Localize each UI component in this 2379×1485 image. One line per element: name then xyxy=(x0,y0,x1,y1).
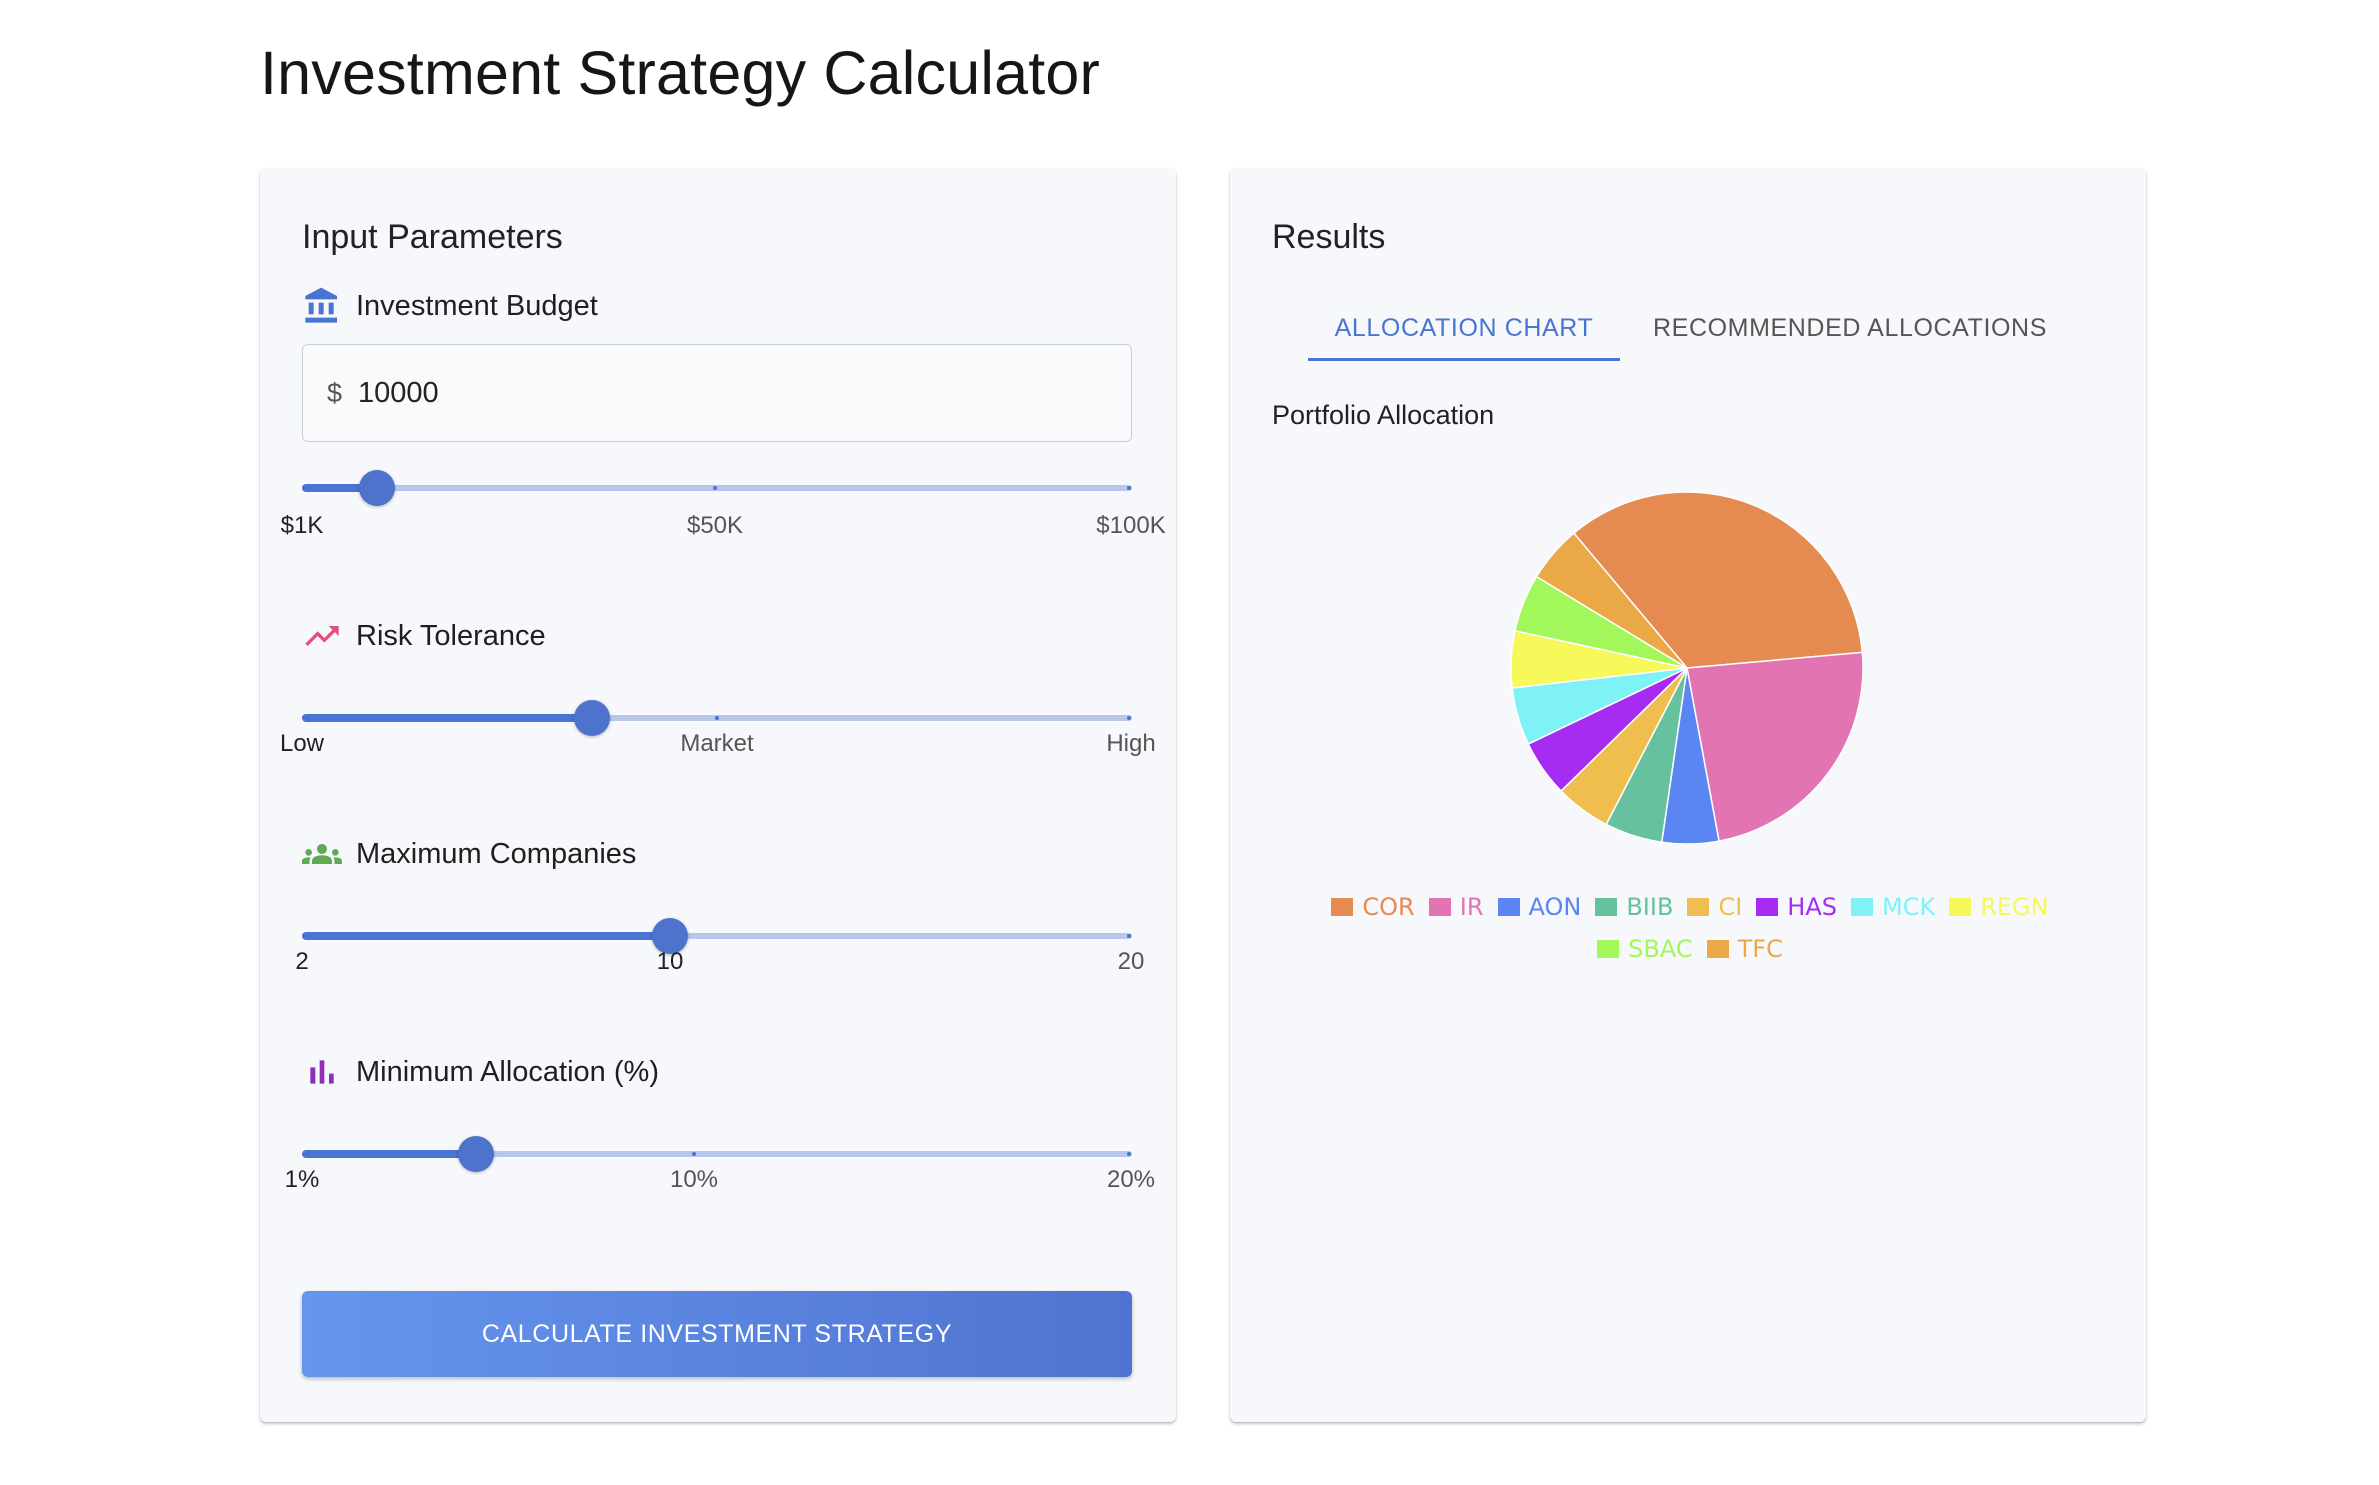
legend-item-mck[interactable]: MCK xyxy=(1850,893,1936,921)
allocation-mark-mid: 10% xyxy=(669,1166,719,1193)
legend-swatch xyxy=(1597,940,1620,958)
slider-thumb[interactable] xyxy=(574,700,610,736)
slider-thumb[interactable] xyxy=(359,470,395,506)
input-parameters-card: Input Parameters Investment Budget $ $1K… xyxy=(260,168,1176,1422)
risk-mark-low: Low xyxy=(279,730,325,757)
legend-swatch xyxy=(1428,898,1451,916)
legend-swatch xyxy=(1687,898,1710,916)
slider-mark xyxy=(1127,716,1131,720)
slider-track xyxy=(302,714,592,722)
legend-item-sbac[interactable]: SBAC xyxy=(1597,935,1693,963)
legend-swatch xyxy=(1706,940,1729,958)
budget-slider[interactable] xyxy=(302,468,1132,508)
slider-mark xyxy=(1127,486,1131,490)
legend-swatch xyxy=(1331,898,1354,916)
allocation-label: Minimum Allocation (%) xyxy=(356,1055,659,1088)
bar-chart-icon xyxy=(310,1060,334,1084)
legend-label: COR xyxy=(1362,893,1415,921)
allocation-mark-max: 20% xyxy=(1106,1166,1156,1193)
budget-input[interactable] xyxy=(358,376,1059,410)
allocation-mark-min: 1% xyxy=(284,1166,320,1193)
calculate-button[interactable]: CALCULATE INVESTMENT STRATEGY xyxy=(302,1291,1132,1377)
legend-swatch xyxy=(1756,898,1779,916)
risk-mark-market: Market xyxy=(680,730,754,757)
results-title: Results xyxy=(1272,218,1386,256)
legend-label: AON xyxy=(1528,893,1582,921)
page-title: Investment Strategy Calculator xyxy=(260,39,1101,107)
slider-rail[interactable] xyxy=(302,485,1132,491)
legend-label: MCK xyxy=(1881,893,1936,921)
legend-label: CI xyxy=(1718,893,1743,921)
legend-row: COR IR AON BIIB CI HAS MCK REGN xyxy=(1260,886,2120,928)
bank-icon xyxy=(305,287,337,323)
slider-track xyxy=(302,932,670,940)
risk-label: Risk Tolerance xyxy=(356,619,546,652)
legend-swatch xyxy=(1949,898,1972,916)
budget-header: Investment Budget xyxy=(302,286,1132,326)
legend-swatch xyxy=(1850,898,1873,916)
legend-item-tfc[interactable]: TFC xyxy=(1706,935,1783,963)
risk-header: Risk Tolerance xyxy=(302,616,1132,656)
legend-label: BIIB xyxy=(1626,893,1674,921)
tab-allocation-chart[interactable]: ALLOCATION CHART xyxy=(1308,298,1620,362)
risk-mark-high: High xyxy=(1106,730,1156,757)
legend-label: TFC xyxy=(1737,935,1783,963)
legend-item-regn[interactable]: REGN xyxy=(1949,893,2049,921)
input-parameters-title: Input Parameters xyxy=(302,218,563,256)
budget-mark-min: $1K xyxy=(280,512,324,539)
results-tabs: ALLOCATION CHART RECOMMENDED ALLOCATIONS xyxy=(1308,298,2068,362)
legend-item-ir[interactable]: IR xyxy=(1428,893,1484,921)
allocation-header: Minimum Allocation (%) xyxy=(302,1052,1132,1092)
chart-title: Portfolio Allocation xyxy=(1272,400,1495,430)
companies-slider[interactable] xyxy=(302,916,1132,956)
allocation-pie-chart xyxy=(1510,491,1864,845)
slider-mark xyxy=(1127,1152,1131,1156)
companies-mark-max: 20 xyxy=(1117,948,1145,975)
legend-label: IR xyxy=(1459,893,1484,921)
legend-label: HAS xyxy=(1787,893,1837,921)
legend-row: SBAC TFC xyxy=(1260,928,2120,970)
legend-item-aon[interactable]: AON xyxy=(1497,893,1582,921)
legend-swatch xyxy=(1497,898,1520,916)
budget-label: Investment Budget xyxy=(356,289,598,322)
tab-indicator xyxy=(1308,358,1620,361)
companies-header: Maximum Companies xyxy=(302,834,1132,874)
legend-item-cor[interactable]: COR xyxy=(1331,893,1415,921)
companies-mark-mid: 10 xyxy=(656,948,684,975)
companies-label: Maximum Companies xyxy=(356,837,637,870)
legend-item-biib[interactable]: BIIB xyxy=(1595,893,1673,921)
companies-mark-min: 2 xyxy=(295,948,309,975)
trending-up-icon xyxy=(305,626,339,646)
slider-track xyxy=(302,1150,476,1158)
slider-mark xyxy=(692,1152,696,1156)
groups-icon xyxy=(302,844,342,864)
slider-mark xyxy=(713,486,717,490)
slider-mark xyxy=(1127,934,1131,938)
budget-field[interactable]: $ xyxy=(302,344,1132,442)
currency-prefix: $ xyxy=(327,377,343,408)
legend-label: REGN xyxy=(1980,893,2049,921)
legend-item-ci[interactable]: CI xyxy=(1687,893,1742,921)
chart-legend: COR IR AON BIIB CI HAS MCK REGN SBAC TFC xyxy=(1260,886,2120,970)
legend-item-has[interactable]: HAS xyxy=(1756,893,1837,921)
legend-swatch xyxy=(1595,898,1618,916)
slider-mark xyxy=(715,716,719,720)
results-card: Results ALLOCATION CHART RECOMMENDED ALL… xyxy=(1230,168,2146,1422)
budget-mark-max: $100K xyxy=(1096,512,1166,539)
budget-mark-mid: $50K xyxy=(686,512,744,539)
slider-thumb[interactable] xyxy=(458,1136,494,1172)
tab-recommended-allocations[interactable]: RECOMMENDED ALLOCATIONS xyxy=(1620,298,2080,362)
legend-label: SBAC xyxy=(1628,935,1693,963)
